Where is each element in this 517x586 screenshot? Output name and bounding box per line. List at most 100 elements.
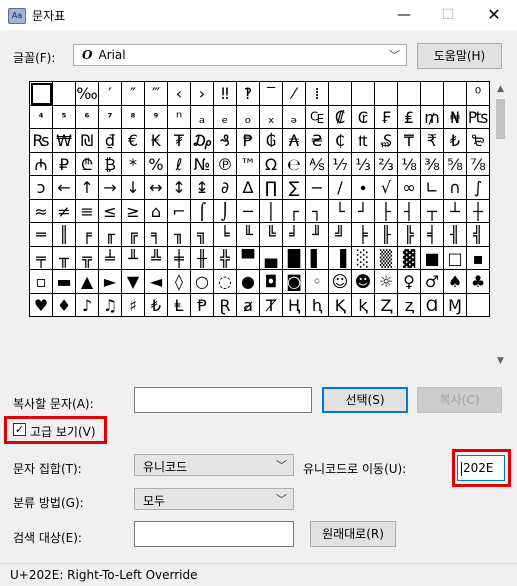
char-cell[interactable]: ₸ <box>398 129 421 153</box>
char-cell[interactable]: ► <box>99 270 122 294</box>
char-cell[interactable]: ₥ <box>421 105 444 129</box>
char-cell[interactable]: ░ <box>352 246 375 270</box>
char-cell[interactable]: ⅍ <box>306 152 329 176</box>
char-cell[interactable]: ┼ <box>467 199 490 223</box>
char-cell[interactable]: ₤ <box>398 105 421 129</box>
char-cell[interactable]: ₔ <box>283 105 306 129</box>
char-cell[interactable]: ₷ <box>375 129 398 153</box>
char-cell[interactable]: ₯ <box>191 129 214 153</box>
char-cell[interactable]: ℮ <box>283 152 306 176</box>
char-cell[interactable]: Ω <box>260 152 283 176</box>
char-cell[interactable]: ₼ <box>30 152 53 176</box>
char-cell[interactable]: ₠ <box>306 105 329 129</box>
charset-select[interactable]: 유니코드 ﹀ <box>134 454 294 476</box>
char-cell[interactable]: ╚ <box>260 223 283 247</box>
char-cell[interactable]: ₮ <box>168 129 191 153</box>
copy-chars-input[interactable] <box>134 387 312 413</box>
char-cell[interactable]: ₵ <box>329 129 352 153</box>
char-cell[interactable]: ♣ <box>467 270 490 294</box>
char-cell[interactable]: ₩ <box>53 129 76 153</box>
char-cell[interactable]: ╞ <box>352 223 375 247</box>
char-cell[interactable]: ⁵ <box>53 105 76 129</box>
char-cell[interactable]: ▼ <box>122 270 145 294</box>
char-cell[interactable]: ⱨ <box>306 293 329 317</box>
char-cell[interactable]: ⁰ <box>467 82 490 106</box>
char-cell[interactable]: ₲ <box>260 129 283 153</box>
minimize-button[interactable]: — <box>381 0 427 30</box>
char-cell[interactable] <box>352 82 375 106</box>
char-cell[interactable]: ▪ <box>467 246 490 270</box>
char-cell[interactable]: ← <box>53 176 76 200</box>
char-cell[interactable]: Ɑ <box>421 293 444 317</box>
goto-unicode-input[interactable]: 202E <box>457 455 505 481</box>
char-cell[interactable]: ₓ <box>260 105 283 129</box>
char-cell[interactable]: ‰ <box>76 82 99 106</box>
char-cell[interactable]: ‾ <box>260 82 283 106</box>
char-cell[interactable]: › <box>191 82 214 106</box>
char-cell[interactable]: ╟ <box>375 223 398 247</box>
char-cell[interactable]: % <box>145 152 168 176</box>
char-cell[interactable]: Ⱦ <box>260 293 283 317</box>
char-cell[interactable]: Ᵽ <box>191 293 214 317</box>
font-select[interactable]: O Arial ﹀ <box>73 44 407 66</box>
char-cell[interactable]: ═ <box>30 223 53 247</box>
char-cell[interactable]: ╠ <box>398 223 421 247</box>
char-cell[interactable]: ▄ <box>260 246 283 270</box>
groupby-select[interactable]: 모두 ﹀ <box>134 488 294 510</box>
char-cell[interactable]: ⌠ <box>191 199 214 223</box>
char-cell[interactable]: ╜ <box>306 223 329 247</box>
char-cell[interactable]: ≈ <box>30 199 53 223</box>
char-cell[interactable]: ∞ <box>398 176 421 200</box>
char-cell[interactable]: ┴ <box>444 199 467 223</box>
char-cell[interactable]: ☼ <box>375 270 398 294</box>
grid-scrollbar[interactable]: ▲ ▼ <box>492 81 509 370</box>
char-cell[interactable]: ‹ <box>168 82 191 106</box>
char-cell[interactable]: ╔ <box>122 223 145 247</box>
char-cell[interactable]: ╓ <box>99 223 122 247</box>
char-cell[interactable]: ╣ <box>467 223 490 247</box>
char-cell[interactable]: ₽ <box>53 152 76 176</box>
char-cell[interactable]: ◦ <box>306 270 329 294</box>
char-cell[interactable]: ∂ <box>214 176 237 200</box>
char-cell[interactable]: Ⱡ <box>168 293 191 317</box>
char-cell[interactable]: € <box>122 129 145 153</box>
char-cell[interactable]: ╢ <box>444 223 467 247</box>
char-cell[interactable]: ♠ <box>444 270 467 294</box>
char-cell[interactable]: ⁞ <box>306 82 329 106</box>
advanced-view-checkbox[interactable]: ✓ <box>13 423 26 436</box>
char-cell[interactable]: ₺ <box>145 293 168 317</box>
char-cell[interactable]: ╙ <box>237 223 260 247</box>
char-cell[interactable]: ∟ <box>421 176 444 200</box>
advanced-view-label[interactable]: 고급 보기(V) <box>30 423 96 440</box>
char-cell[interactable]: Ⱪ <box>329 293 352 317</box>
char-cell[interactable]: ₒ <box>237 105 260 129</box>
char-cell[interactable]: ╪ <box>168 246 191 270</box>
char-cell[interactable]: ⌐ <box>168 199 191 223</box>
char-cell[interactable]: ⱬ <box>398 293 421 317</box>
char-cell[interactable]: ₴ <box>306 129 329 153</box>
char-cell[interactable]: ₦ <box>444 105 467 129</box>
char-cell[interactable]: ↄ <box>30 176 53 200</box>
close-button[interactable]: ✕ <box>471 0 517 30</box>
char-cell[interactable]: ⁸ <box>122 105 145 129</box>
char-cell[interactable]: ₾ <box>76 152 99 176</box>
char-cell[interactable]: ├ <box>375 199 398 223</box>
char-cell[interactable]: ≠ <box>53 199 76 223</box>
char-cell[interactable] <box>398 82 421 106</box>
char-cell[interactable]: ╖ <box>168 223 191 247</box>
char-cell[interactable]: ◄ <box>145 270 168 294</box>
char-cell[interactable]: № <box>191 152 214 176</box>
char-cell[interactable]: ‴ <box>145 82 168 106</box>
char-cell[interactable]: Ⱨ <box>283 293 306 317</box>
char-cell[interactable]: ⱪ <box>352 293 375 317</box>
char-cell[interactable]: ╥ <box>53 246 76 270</box>
char-cell[interactable]: − <box>306 176 329 200</box>
char-cell[interactable]: ♀ <box>398 270 421 294</box>
char-cell[interactable]: ▬ <box>53 270 76 294</box>
char-cell[interactable]: ● <box>237 270 260 294</box>
char-cell[interactable]: ┬ <box>421 199 444 223</box>
char-cell[interactable]: └ <box>329 199 352 223</box>
char-cell[interactable]: ┐ <box>306 199 329 223</box>
char-cell[interactable]: ◘ <box>260 270 283 294</box>
char-cell[interactable]: ↨ <box>191 176 214 200</box>
